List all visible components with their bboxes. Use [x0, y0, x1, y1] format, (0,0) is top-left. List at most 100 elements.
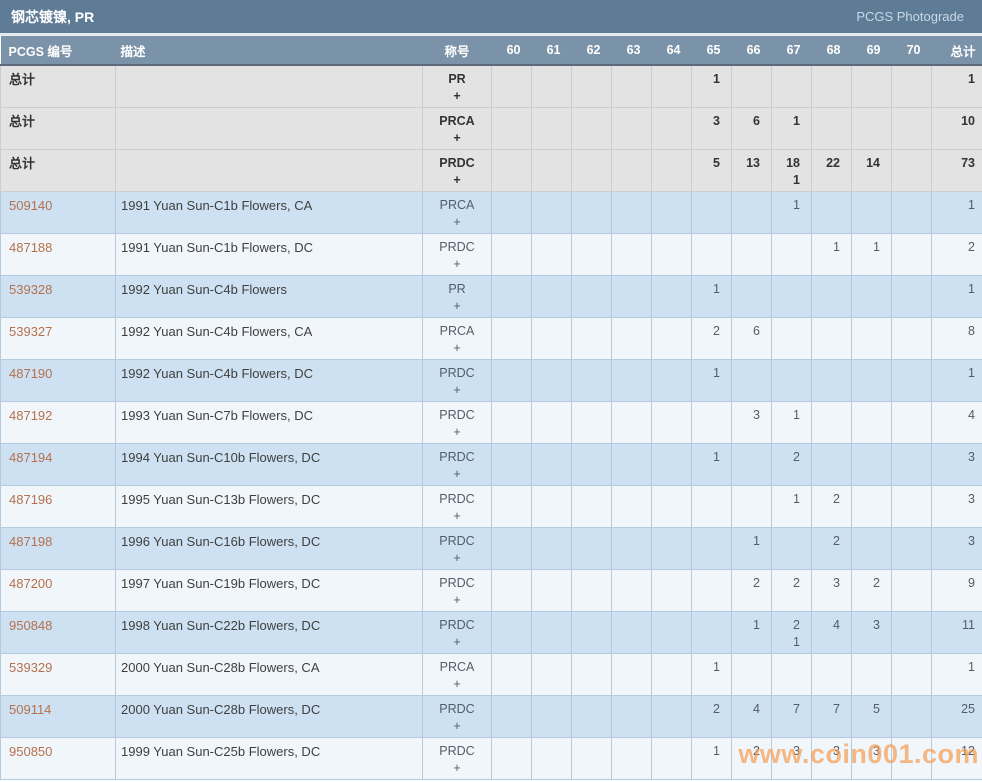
cell-line2: [892, 340, 920, 357]
grade-66-cell: [731, 652, 772, 696]
pcgs-number-link[interactable]: 487198: [9, 534, 52, 549]
cell-line1: [892, 71, 920, 88]
cell-line2: [572, 550, 600, 567]
pcgs-number-link[interactable]: 487190: [9, 366, 52, 381]
cell-line2: [652, 424, 680, 441]
grade-70-cell: [891, 652, 932, 696]
total-row: 总计 PRDC +5 13 18 1 22 14 73: [0, 148, 982, 192]
cell-line2: [732, 382, 760, 399]
cell-line1: [772, 239, 800, 256]
cell-line2: [692, 382, 720, 399]
cell-line2: [932, 424, 975, 441]
cell-line2: [732, 172, 760, 189]
grade-65-cell: 3: [691, 106, 732, 150]
pcgs-number-link[interactable]: 487196: [9, 492, 52, 507]
pcgs-number-link[interactable]: 539328: [9, 282, 52, 297]
cell-line1: [852, 407, 880, 424]
photograde-link[interactable]: PCGS Photograde: [856, 9, 964, 24]
grade-60-cell: [491, 526, 532, 570]
pcgs-no-cell: 487188: [0, 232, 116, 276]
grade-69-cell: [851, 106, 892, 150]
cell-line2: [772, 592, 800, 609]
cell-line2: [932, 214, 975, 231]
grade-62-cell: [571, 64, 612, 108]
pcgs-number-link[interactable]: 487188: [9, 240, 52, 255]
cell-line2: [532, 508, 560, 525]
cell-line1: [852, 491, 880, 508]
description-cell: 1992 Yuan Sun-C4b Flowers, CA: [115, 316, 423, 360]
cell-line2: [652, 88, 680, 105]
cell-line2: [492, 676, 520, 693]
cell-line1: [732, 365, 760, 382]
cell-line2: [692, 88, 720, 105]
cell-line1: [572, 407, 600, 424]
grade-64-cell: [651, 652, 692, 696]
grade-65-cell: [691, 232, 732, 276]
grade-65-cell: [691, 610, 732, 654]
cell-line2: [692, 256, 720, 273]
cell-line1: [852, 71, 880, 88]
grade-65-cell: 2: [691, 316, 732, 360]
pcgs-number-link[interactable]: 509140: [9, 198, 52, 213]
cell-line1: [612, 365, 640, 382]
designation-cell: PR +: [422, 274, 492, 318]
cell-line1: [772, 323, 800, 340]
cell-line2: [652, 214, 680, 231]
grade-62-cell: [571, 694, 612, 738]
pcgs-number-link[interactable]: 950850: [9, 744, 52, 759]
cell-line1: [492, 197, 520, 214]
cell-line2: [932, 88, 975, 105]
cell-line1: 3: [873, 617, 880, 632]
cell-line1: [492, 365, 520, 382]
cell-line2: [652, 172, 680, 189]
grade-63-cell: [611, 484, 652, 528]
cell-line1: [732, 197, 760, 214]
pcgs-number-link[interactable]: 509114: [9, 702, 51, 717]
cell-line1: [652, 407, 680, 424]
grade-70-cell: [891, 106, 932, 150]
cell-line2: [572, 382, 600, 399]
cell-line1: [492, 281, 520, 298]
pcgs-number-link[interactable]: 950848: [9, 618, 52, 633]
cell-line2: [612, 382, 640, 399]
description-cell: [115, 148, 423, 192]
pcgs-number-link[interactable]: 539329: [9, 660, 52, 675]
description-text: 1991 Yuan Sun-C1b Flowers, DC: [121, 239, 313, 255]
cell-line1: PR: [448, 72, 466, 86]
cell-line2: [652, 718, 680, 735]
cell-line2: [812, 718, 840, 735]
cell-line1: 1: [793, 407, 800, 422]
grade-69-cell: [851, 652, 892, 696]
grade-65-cell: 1: [691, 652, 732, 696]
col-header-grade-61: 61: [531, 36, 572, 66]
grade-62-cell: [571, 274, 612, 318]
coin-row: 950848 1998 Yuan Sun-C22b Flowers, DC PRDC…: [0, 610, 982, 654]
cell-line1: [772, 659, 800, 676]
cell-line2: [612, 718, 640, 735]
cell-line1: [892, 281, 920, 298]
cell-line2: [892, 88, 920, 105]
cell-line2: [892, 256, 920, 273]
cell-line2: [612, 508, 640, 525]
population-report-page: 钢芯镀镍, PR PCGS Photograde PCGS 编号 描述 称号 60 61…: [0, 0, 982, 782]
cell-line2: +: [453, 172, 461, 187]
cell-line1: [572, 701, 600, 718]
grade-60-cell: [491, 400, 532, 444]
cell-line2: [692, 592, 720, 609]
cell-line1: 2: [713, 701, 720, 716]
cell-line1: 9: [968, 575, 975, 590]
grade-67-cell: 1: [771, 400, 812, 444]
cell-line1: 1: [968, 197, 975, 212]
cell-line1: 8: [968, 323, 975, 338]
pcgs-number-link[interactable]: 539327: [9, 324, 52, 339]
pcgs-number-link[interactable]: 487192: [9, 408, 52, 423]
cell-line2: [852, 130, 880, 147]
pcgs-no-cell: 487192: [0, 400, 116, 444]
cell-line2: [652, 634, 680, 651]
pcgs-number-link[interactable]: 487194: [9, 450, 52, 465]
pcgs-number-link[interactable]: 487200: [9, 576, 52, 591]
cell-line2: [932, 382, 975, 399]
cell-line2: [812, 298, 840, 315]
coin-row: 487188 1991 Yuan Sun-C1b Flowers, DC PRDC +…: [0, 232, 982, 276]
grade-69-cell: 5: [851, 694, 892, 738]
